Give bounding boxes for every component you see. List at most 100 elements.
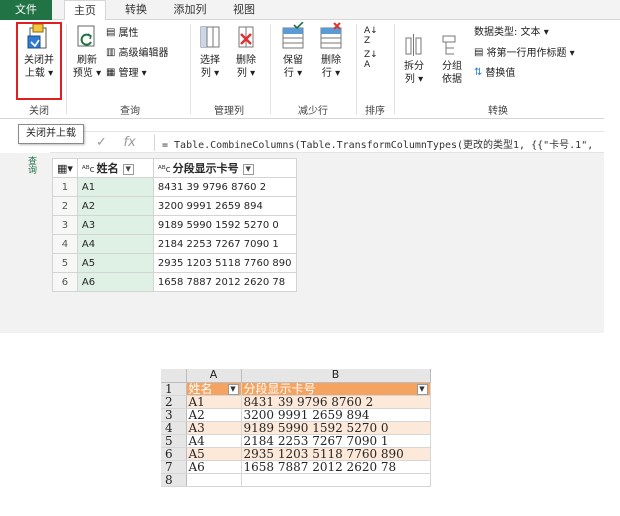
cell-name[interactable]: A5	[76, 253, 154, 273]
cell-name[interactable]: A3	[76, 215, 154, 235]
formula-bar: ✓ fx = Table.CombineColumns(Table.Transf…	[50, 131, 604, 153]
group-label-transform: 转换	[488, 106, 508, 117]
cell-card[interactable]: 9189 5990 1592 5270 0	[241, 421, 431, 435]
split-column-button[interactable]: 拆分 列 ▾	[398, 32, 430, 86]
row-header[interactable]: 4	[161, 421, 187, 435]
replace-values-icon: ⇅	[474, 67, 483, 78]
column-filter-icon[interactable]: ▼	[122, 163, 134, 175]
remove-columns-button[interactable]: 删除 列 ▾	[230, 22, 262, 80]
table-row: 3 A3 9189 5990 1592 5270 0	[52, 215, 297, 235]
table-row: 8	[161, 473, 431, 487]
column-header-b[interactable]: B	[241, 369, 431, 383]
column-header-a[interactable]: A	[186, 369, 242, 383]
table-row: 6 A6 1658 7887 2012 2620 78	[52, 272, 297, 292]
row-header[interactable]: 6	[161, 447, 187, 461]
row-header[interactable]: 8	[161, 473, 187, 487]
table-row: 7 A6 1658 7887 2012 2620 78	[161, 460, 431, 474]
cell-name[interactable]: A4	[186, 434, 242, 448]
cell-name[interactable]: A5	[186, 447, 242, 461]
remove-rows-label-1: 删除	[321, 55, 341, 66]
column-header-name[interactable]: ᴬᴮc 姓名 ▼	[76, 158, 154, 178]
select-all-corner[interactable]	[161, 369, 187, 383]
table-row: 1 A1 8431 39 9796 8760 2	[52, 177, 297, 197]
group-by-button[interactable]: 分组 依据	[436, 32, 468, 86]
cell-card[interactable]: 3200 9991 2659 894	[241, 408, 431, 422]
header-cell-card[interactable]: 分段显示卡号 ▼	[241, 381, 431, 396]
properties-button[interactable]: ▤ 属性	[106, 26, 138, 41]
cell-card[interactable]: 2184 2253 7267 7090 1	[241, 434, 431, 448]
advanced-editor-button[interactable]: ▥ 高级编辑器	[106, 46, 168, 61]
cell-name[interactable]: A2	[186, 408, 242, 422]
group-divider	[270, 24, 271, 114]
manage-label: 管理 ▾	[118, 68, 147, 79]
row-header[interactable]: 2	[161, 395, 187, 409]
group-divider	[356, 24, 357, 114]
formula-input[interactable]: = Table.CombineColumns(Table.TransformCo…	[162, 136, 602, 151]
table-row: 3 A2 3200 9991 2659 894	[161, 408, 431, 422]
use-first-row-as-headers-button[interactable]: ▤ 将第一行用作标题 ▾	[474, 46, 575, 61]
table-row: 4 A3 9189 5990 1592 5270 0	[161, 421, 431, 435]
cell-name[interactable]: A6	[76, 272, 154, 292]
header-cell-card-label: 分段显示卡号	[243, 381, 316, 396]
row-header[interactable]: 3	[161, 408, 187, 422]
row-header[interactable]: 7	[161, 460, 187, 474]
group-by-icon	[442, 35, 456, 55]
cell-card[interactable]: 2184 2253 7267 7090 1	[152, 234, 297, 254]
cell-name[interactable]: A6	[186, 460, 242, 474]
cell-name[interactable]: A1	[76, 177, 154, 197]
keep-rows-button[interactable]: 保留 行 ▾	[276, 22, 310, 80]
refresh-preview-button[interactable]: 刷新 预览 ▾	[70, 22, 104, 80]
group-label-sort: 排序	[365, 106, 385, 117]
replace-values-label: 替换值	[485, 68, 516, 79]
tab-transform[interactable]: 转换	[114, 0, 158, 20]
cell-name[interactable]: A2	[76, 196, 154, 216]
empty-cell[interactable]	[241, 473, 431, 487]
remove-columns-icon	[238, 26, 254, 48]
cell-name[interactable]: A4	[76, 234, 154, 254]
fx-icon[interactable]: fx	[123, 135, 135, 150]
sort-descending-button[interactable]: Z↓ A	[364, 50, 378, 70]
empty-cell[interactable]	[186, 473, 242, 487]
header-cell-name[interactable]: 姓名 ▼	[186, 382, 242, 396]
column-header-card[interactable]: ᴬᴮc 分段显示卡号 ▼	[152, 158, 297, 178]
sort-ascending-button[interactable]: A↓ Z	[364, 26, 378, 46]
row-number: 5	[52, 253, 78, 273]
manage-button[interactable]: ▦ 管理 ▾	[106, 66, 147, 81]
column-header-name-label: 姓名	[96, 162, 119, 175]
confirm-check-icon[interactable]: ✓	[96, 135, 107, 150]
cell-name[interactable]: A1	[186, 395, 242, 409]
tab-add-column[interactable]: 添加列	[164, 0, 216, 20]
row-header[interactable]: 5	[161, 434, 187, 448]
table-header-row: 1 姓名 ▼ 分段显示卡号 ▼	[161, 381, 431, 396]
properties-icon: ▤	[106, 27, 116, 38]
group-label-close: 关闭	[29, 106, 49, 117]
table-menu-icon[interactable]: ▦▾	[52, 158, 78, 178]
cell-card[interactable]: 2935 1203 5118 7760 890	[241, 447, 431, 461]
choose-columns-button[interactable]: 选择 列 ▾	[194, 22, 226, 80]
cell-card[interactable]: 8431 39 9796 8760 2	[241, 395, 431, 409]
remove-rows-button[interactable]: 删除 行 ▾	[314, 22, 348, 80]
cell-card[interactable]: 3200 9991 2659 894	[152, 196, 297, 216]
choose-columns-label-1: 选择	[200, 55, 220, 66]
column-filter-icon[interactable]: ▼	[242, 163, 254, 175]
data-type-dropdown[interactable]: 数据类型: 文本 ▾	[474, 26, 549, 40]
cell-card[interactable]: 8431 39 9796 8760 2	[152, 177, 297, 197]
tab-home[interactable]: 主页	[64, 0, 106, 21]
cell-name[interactable]: A3	[186, 421, 242, 435]
ribbon-tab-bar: 文件 主页 转换 添加列 视图	[0, 0, 620, 21]
advanced-editor-label: 高级编辑器	[118, 48, 169, 59]
tab-view[interactable]: 视图	[222, 0, 266, 20]
cell-card[interactable]: 1658 7887 2012 2620 78	[152, 272, 297, 292]
filter-dropdown-icon[interactable]: ▼	[416, 383, 428, 395]
cell-card[interactable]: 9189 5990 1592 5270 0	[152, 215, 297, 235]
tab-file[interactable]: 文件	[0, 0, 52, 20]
cell-card[interactable]: 1658 7887 2012 2620 78	[241, 460, 431, 474]
filter-dropdown-icon[interactable]: ▼	[227, 383, 239, 395]
queries-pane-label[interactable]: 查询	[24, 156, 36, 174]
properties-label: 属性	[118, 28, 139, 39]
replace-values-button[interactable]: ⇅ 替换值	[474, 66, 515, 81]
preview-header-row: ▦▾ ᴬᴮc 姓名 ▼ ᴬᴮc 分段显示卡号 ▼	[52, 158, 297, 178]
row-header[interactable]: 1	[161, 382, 187, 396]
group-by-label-1: 分组	[442, 61, 462, 72]
cell-card[interactable]: 2935 1203 5118 7760 890	[152, 253, 297, 273]
